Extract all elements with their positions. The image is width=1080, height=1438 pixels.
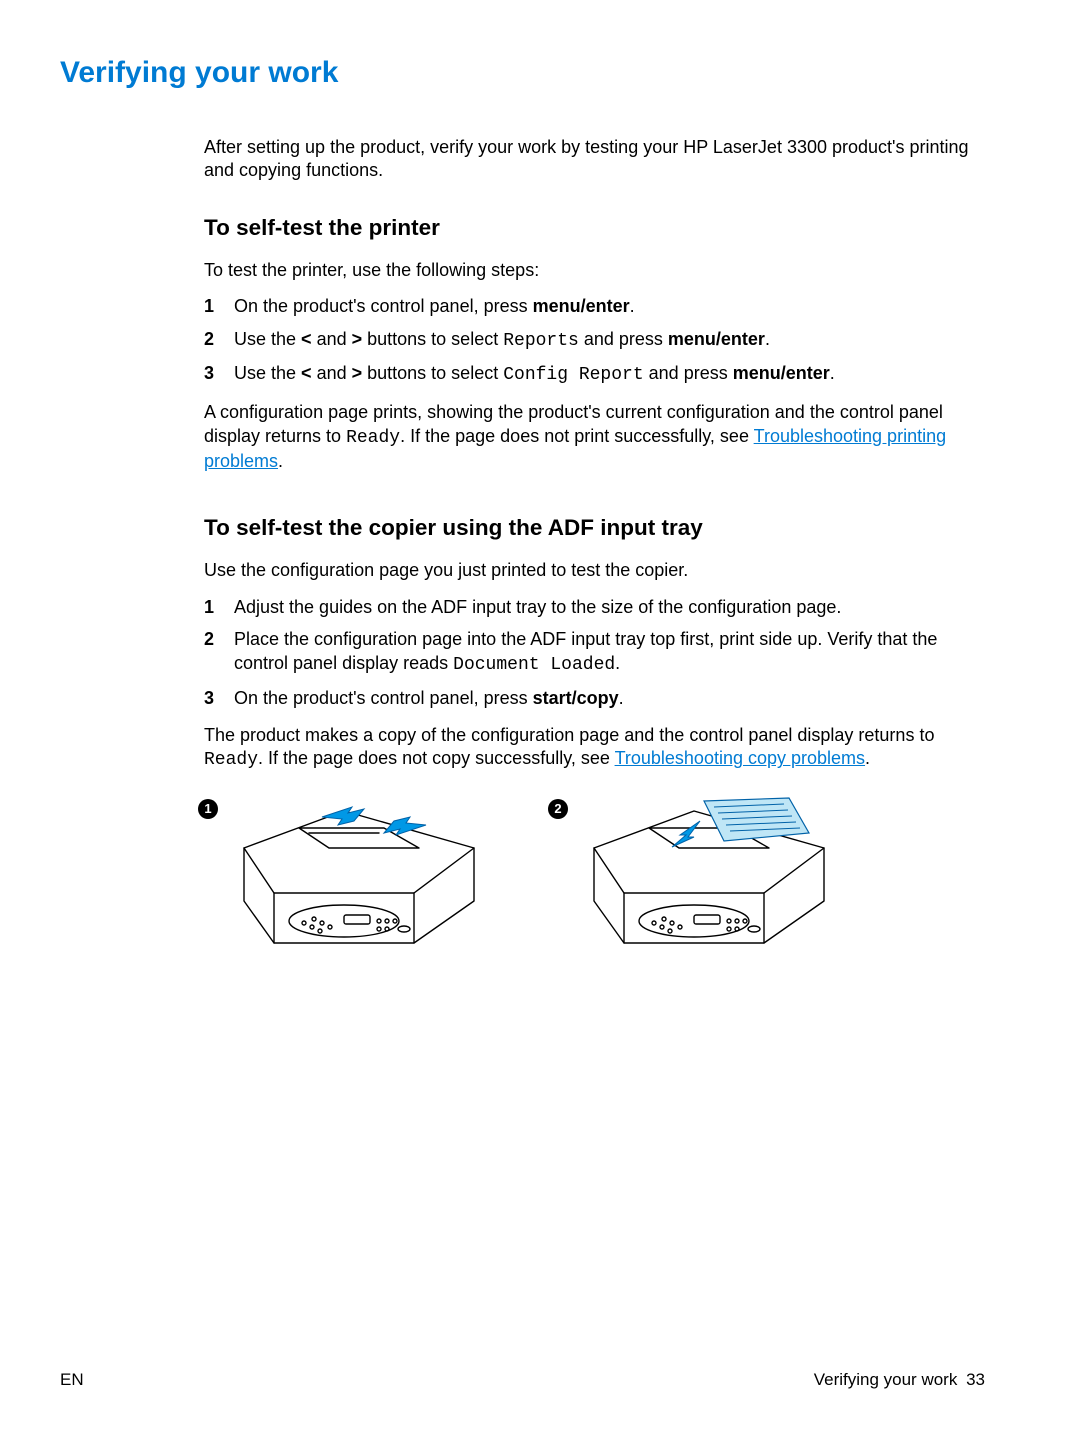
- figure-2-badge: 2: [548, 799, 568, 819]
- section2-result: The product makes a copy of the configur…: [204, 724, 990, 773]
- footer-right: Verifying your work 33: [814, 1370, 985, 1390]
- printer-adjust-guides-icon: [204, 793, 504, 963]
- section2-heading: To self-test the copier using the ADF in…: [204, 515, 990, 541]
- section2-step-3: 3 On the product's control panel, press …: [204, 686, 990, 710]
- figure-2: 2: [554, 793, 854, 963]
- section2-steps: 1 Adjust the guides on the ADF input tra…: [204, 595, 990, 710]
- troubleshoot-copy-link[interactable]: Troubleshooting copy problems: [615, 748, 865, 768]
- figures-row: 1: [204, 793, 990, 963]
- section1-heading: To self-test the printer: [204, 215, 990, 241]
- section2-lead: Use the configuration page you just prin…: [204, 559, 990, 582]
- section1-step-3: 3 Use the < and > buttons to select Conf…: [204, 361, 990, 387]
- footer-left: EN: [60, 1370, 84, 1390]
- figure-1: 1: [204, 793, 504, 963]
- section1-step-2: 2 Use the < and > buttons to select Repo…: [204, 327, 990, 353]
- section1-step-1: 1 On the product's control panel, press …: [204, 294, 990, 318]
- printer-load-page-icon: [554, 793, 854, 963]
- section1-result: A configuration page prints, showing the…: [204, 401, 990, 473]
- section1-lead: To test the printer, use the following s…: [204, 259, 990, 282]
- intro-paragraph: After setting up the product, verify you…: [204, 136, 990, 181]
- section2-step-1: 1 Adjust the guides on the ADF input tra…: [204, 595, 990, 619]
- document-page: Verifying your work After setting up the…: [0, 0, 1080, 1438]
- page-title: Verifying your work: [60, 56, 990, 90]
- content-area: After setting up the product, verify you…: [204, 136, 990, 963]
- page-footer: EN Verifying your work 33: [60, 1370, 985, 1390]
- figure-1-badge: 1: [198, 799, 218, 819]
- section2-step-2: 2 Place the configuration page into the …: [204, 627, 990, 678]
- section1-steps: 1 On the product's control panel, press …: [204, 294, 990, 387]
